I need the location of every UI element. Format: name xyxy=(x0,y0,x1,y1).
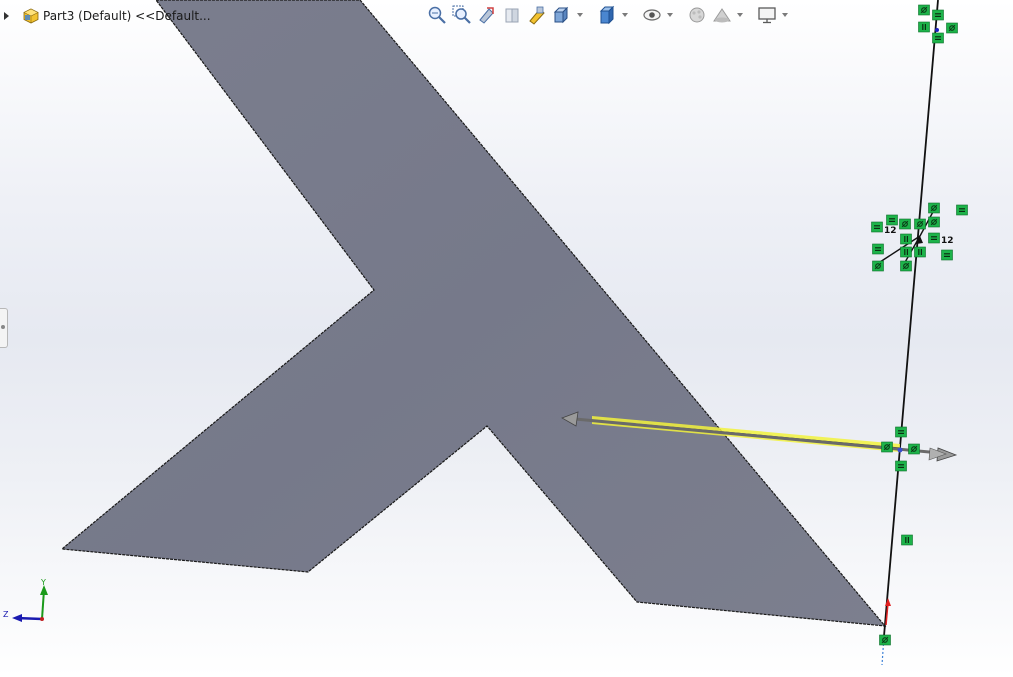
part-icon xyxy=(23,8,39,24)
triad-z-label: Z xyxy=(3,610,9,619)
section-view-icon[interactable] xyxy=(501,4,523,26)
apply-scene-dropdown[interactable] xyxy=(736,4,744,26)
heads-up-view-toolbar xyxy=(426,4,789,26)
triad-y-label: Y xyxy=(40,578,46,587)
dimension-label-2[interactable]: 12 xyxy=(941,236,954,246)
zoom-to-area-icon[interactable] xyxy=(451,4,473,26)
graphics-area[interactable]: 12 12 Y Z xyxy=(0,0,1013,677)
expand-arrow-icon[interactable] xyxy=(4,12,9,20)
reference-triad: Y Z xyxy=(3,578,48,622)
relation-badges-top[interactable] xyxy=(917,4,958,44)
view-settings-icon[interactable] xyxy=(756,4,778,26)
feature-tree-header[interactable]: Part3 (Default) <<Default... xyxy=(4,6,211,26)
apply-scene-icon[interactable] xyxy=(711,4,733,26)
view-settings-dropdown[interactable] xyxy=(781,4,789,26)
document-title: Part3 (Default) <<Default... xyxy=(43,9,211,23)
dynamic-annotation-views-icon[interactable] xyxy=(526,4,548,26)
view-orientation-icon[interactable] xyxy=(551,4,573,26)
display-style-dropdown[interactable] xyxy=(621,4,629,26)
side-panel-toggle[interactable] xyxy=(0,308,8,348)
zoom-to-fit-icon[interactable] xyxy=(426,4,448,26)
dimension-label-1[interactable]: 12 xyxy=(884,226,897,236)
display-style-icon[interactable] xyxy=(596,4,618,26)
edit-appearance-icon[interactable] xyxy=(686,4,708,26)
previous-view-icon[interactable] xyxy=(476,4,498,26)
part-face[interactable] xyxy=(60,0,887,627)
sketch-line[interactable] xyxy=(881,0,939,666)
hide-show-items-icon[interactable] xyxy=(641,4,663,26)
hide-show-items-dropdown[interactable] xyxy=(666,4,674,26)
view-orientation-dropdown[interactable] xyxy=(576,4,584,26)
